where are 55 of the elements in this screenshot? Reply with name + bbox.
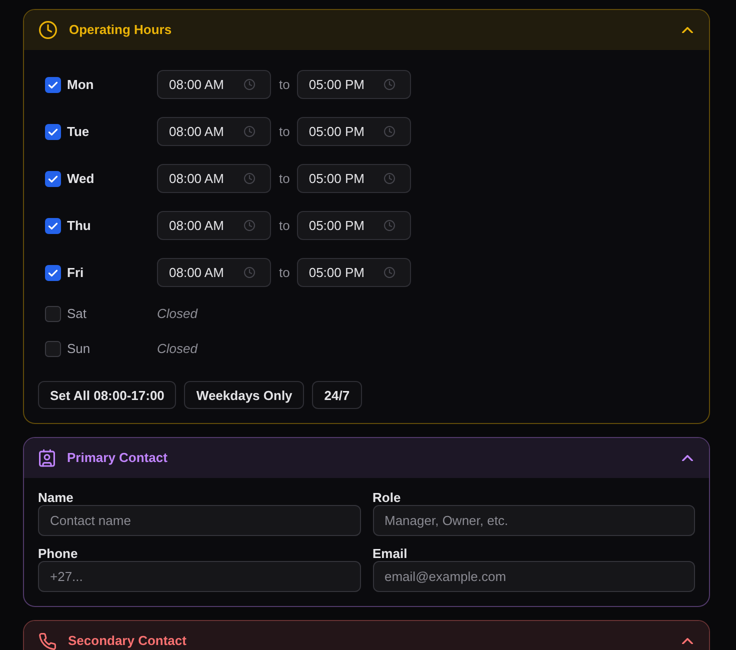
clock-icon [244,267,255,278]
section-header[interactable]: Operating Hours [24,10,709,50]
separator-label: to [279,124,290,139]
text-field[interactable]: +27... [38,561,360,592]
field-label: Email [372,547,408,561]
checkbox[interactable] [45,170,61,186]
day-label: Fri [67,265,84,280]
field-label: Phone [38,547,78,561]
text-field[interactable]: email@example.com [372,561,695,592]
clock-icon [244,173,255,184]
time-field[interactable]: 08:00 AM [157,211,271,240]
clock-icon [384,220,395,231]
day-label: Wed [67,171,94,186]
day-label: Mon [67,77,94,92]
day-label: Sun [67,341,90,356]
clock-icon [384,173,395,184]
time-field[interactable]: 08:00 AM [157,117,271,146]
status-text: Closed [157,341,198,356]
clock-icon [244,220,255,231]
checkbox[interactable] [45,124,61,140]
preset-button[interactable]: 24/7 [312,381,362,409]
clock-icon [244,126,255,137]
checkbox[interactable] [45,218,61,234]
field-label: Name [38,491,74,505]
day-label: Thu [67,218,91,233]
checkbox[interactable] [45,264,61,280]
separator-label: to [279,171,290,186]
time-field[interactable]: 05:00 PM [296,164,411,193]
clock-icon [244,79,255,90]
time-field[interactable]: 08:00 AM [157,258,271,287]
day-label: Sat [67,306,87,321]
clock-icon [384,79,395,90]
preset-button[interactable]: Weekdays Only [184,381,304,409]
time-field[interactable]: 05:00 PM [296,258,411,287]
separator-label: to [279,77,290,92]
field-label: Role [372,491,401,505]
time-field[interactable]: 05:00 PM [296,211,411,240]
time-field[interactable]: 05:00 PM [296,70,411,99]
separator-label: to [279,218,290,233]
time-field[interactable]: 05:00 PM [296,117,411,146]
clock-icon [384,267,395,278]
time-field[interactable]: 08:00 AM [157,70,271,99]
text-field[interactable]: Contact name [38,505,360,536]
checkbox[interactable] [45,76,61,92]
section-header[interactable]: Primary Contact [24,438,709,478]
separator-label: to [279,265,290,280]
preset-button[interactable]: Set All 08:00-17:00 [38,381,176,409]
checkbox[interactable] [45,340,61,356]
checkbox[interactable] [45,306,61,322]
time-field[interactable]: 08:00 AM [157,164,271,193]
day-label: Tue [67,124,90,139]
clock-icon [384,126,395,137]
status-text: Closed [157,306,198,321]
text-field[interactable]: Manager, Owner, etc. [372,505,695,536]
section-header[interactable]: Secondary Contact [24,621,709,650]
